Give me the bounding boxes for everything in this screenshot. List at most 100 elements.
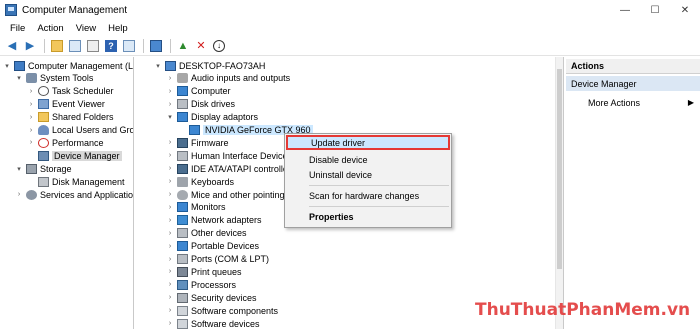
- collapse-icon[interactable]: ▾: [15, 74, 23, 82]
- device-node-human-interface-devices[interactable]: › Human Interface Devices: [166, 149, 292, 162]
- device-node-print-queues[interactable]: › Print queues: [166, 265, 242, 278]
- actions-section-device-manager[interactable]: Device Manager: [566, 76, 700, 91]
- expand-icon[interactable]: ›: [27, 88, 35, 95]
- scrollbar-thumb[interactable]: [557, 69, 562, 269]
- expand-icon[interactable]: ›: [166, 165, 174, 172]
- context-disable-device[interactable]: Disable device: [286, 152, 450, 167]
- expand-icon[interactable]: ›: [166, 191, 174, 198]
- context-separator: [309, 185, 449, 186]
- expand-icon[interactable]: ›: [27, 101, 35, 108]
- expand-icon[interactable]: ›: [166, 268, 174, 275]
- menu-view[interactable]: View: [70, 23, 102, 34]
- tree-item-label: Print queues: [191, 266, 242, 277]
- device-node-disk-drives[interactable]: › Disk drives: [166, 98, 235, 111]
- device-node-portable-devices[interactable]: › Portable Devices: [166, 240, 259, 253]
- up-folder-icon[interactable]: [49, 38, 65, 54]
- menu-help[interactable]: Help: [102, 23, 134, 34]
- device-node-ide-ata-atapi-controllers[interactable]: › IDE ATA/ATAPI controllers: [166, 162, 295, 175]
- device-node-processors[interactable]: › Processors: [166, 278, 236, 291]
- actions-pane: Actions Device Manager More Actions ▶: [566, 57, 700, 329]
- device-node-ports-com-lpt[interactable]: › Ports (COM & LPT): [166, 253, 269, 266]
- expand-icon[interactable]: ›: [166, 152, 174, 159]
- uninstall-icon[interactable]: ✕: [193, 38, 209, 54]
- console-node-computer-management-local[interactable]: ▾ Computer Management (Local: [3, 59, 133, 72]
- expand-icon[interactable]: ›: [166, 75, 174, 82]
- console-node-disk-management[interactable]: Disk Management: [27, 175, 125, 188]
- menu-action[interactable]: Action: [31, 23, 69, 34]
- expand-icon[interactable]: ›: [166, 204, 174, 211]
- chip-icon: [177, 163, 188, 174]
- device-node-mice-and-other-pointing-de[interactable]: › Mice and other pointing de: [166, 188, 297, 201]
- expand-icon[interactable]: ›: [166, 230, 174, 237]
- context-uninstall-device[interactable]: Uninstall device: [286, 167, 450, 182]
- tree-item-label: IDE ATA/ATAPI controllers: [191, 163, 296, 174]
- expand-icon[interactable]: ›: [166, 294, 174, 301]
- submenu-arrow-icon: ▶: [687, 98, 694, 107]
- expand-icon[interactable]: ›: [166, 256, 174, 263]
- device-node-software-components[interactable]: › Software components: [166, 304, 278, 317]
- update-driver-icon[interactable]: ▲: [175, 38, 191, 54]
- console-node-event-viewer[interactable]: › Event Viewer: [27, 98, 105, 111]
- device-node-software-devices[interactable]: › Software devices: [166, 317, 260, 329]
- device-node-display-adaptors[interactable]: ▾ Display adaptors: [166, 111, 258, 124]
- menu-file[interactable]: File: [4, 23, 31, 34]
- expand-icon[interactable]: ›: [27, 127, 35, 134]
- device-node-monitors[interactable]: › Monitors: [166, 201, 226, 214]
- computer-icon: [14, 60, 25, 71]
- close-button[interactable]: ✕: [670, 0, 700, 20]
- tree-item-label: Display adaptors: [191, 112, 259, 123]
- console-node-local-users-and-groups[interactable]: › Local Users and Groups: [27, 124, 133, 137]
- minimize-button[interactable]: —: [610, 0, 640, 20]
- panel-icon[interactable]: [121, 38, 137, 54]
- back-icon[interactable]: ◀: [4, 38, 20, 54]
- expand-icon[interactable]: ›: [27, 114, 35, 121]
- collapse-icon[interactable]: ▾: [3, 62, 11, 70]
- expand-icon[interactable]: ›: [166, 320, 174, 327]
- tree-item-label: Ports (COM & LPT): [191, 254, 270, 264]
- context-scan-hardware[interactable]: Scan for hardware changes: [286, 188, 450, 203]
- device-node-security-devices[interactable]: › Security devices: [166, 291, 257, 304]
- console-node-shared-folders[interactable]: › Shared Folders: [27, 111, 114, 124]
- device-node-computer[interactable]: › Computer: [166, 85, 231, 98]
- console-node-task-scheduler[interactable]: › Task Scheduler: [27, 85, 114, 98]
- expand-icon[interactable]: ›: [166, 243, 174, 250]
- device-node-other-devices[interactable]: › Other devices: [166, 227, 247, 240]
- console-node-services-and-applications[interactable]: › Services and Applications: [15, 188, 133, 201]
- console-node-system-tools[interactable]: ▾ System Tools: [15, 72, 93, 85]
- tree-item-label: Software components: [191, 305, 279, 316]
- monitor-icon[interactable]: [148, 38, 164, 54]
- console-node-performance[interactable]: › Performance: [27, 136, 104, 149]
- context-properties[interactable]: Properties: [286, 209, 450, 224]
- chip-icon: [177, 137, 188, 148]
- context-update-driver[interactable]: Update driver: [286, 135, 450, 150]
- tree-item-label: Event Viewer: [52, 99, 105, 110]
- properties-icon[interactable]: [85, 38, 101, 54]
- more-actions-link[interactable]: More Actions ▶: [566, 95, 700, 110]
- collapse-icon[interactable]: ▾: [15, 165, 23, 173]
- device-tree-scrollbar[interactable]: [555, 57, 563, 329]
- device-node-firmware[interactable]: › Firmware: [166, 136, 229, 149]
- tree-item-label: DESKTOP-FAO73AH: [179, 60, 266, 71]
- collapse-icon[interactable]: ▾: [166, 113, 174, 121]
- maximize-button[interactable]: ☐: [640, 0, 670, 20]
- collapse-icon[interactable]: ▾: [154, 62, 162, 70]
- expand-icon[interactable]: ›: [166, 178, 174, 185]
- download-icon[interactable]: ↓: [211, 38, 227, 54]
- expand-icon[interactable]: ›: [27, 139, 35, 146]
- expand-icon[interactable]: ›: [166, 101, 174, 108]
- expand-icon[interactable]: ›: [166, 217, 174, 224]
- expand-icon[interactable]: ›: [15, 191, 23, 198]
- help-icon[interactable]: ?: [103, 38, 119, 54]
- expand-icon[interactable]: ›: [166, 281, 174, 288]
- show-hide-tree-icon[interactable]: [67, 38, 83, 54]
- expand-icon[interactable]: ›: [166, 139, 174, 146]
- expand-icon[interactable]: ›: [166, 88, 174, 95]
- device-node-network-adapters[interactable]: › Network adapters: [166, 214, 262, 227]
- device-node-desktop-fao73ah[interactable]: ▾ DESKTOP-FAO73AH: [154, 59, 265, 72]
- console-node-device-manager[interactable]: Device Manager: [27, 149, 122, 162]
- forward-icon[interactable]: ▶: [22, 38, 38, 54]
- console-node-storage[interactable]: ▾ Storage: [15, 162, 72, 175]
- device-node-keyboards[interactable]: › Keyboards: [166, 175, 234, 188]
- device-node-audio-inputs-and-outputs[interactable]: › Audio inputs and outputs: [166, 72, 290, 85]
- expand-icon[interactable]: ›: [166, 307, 174, 314]
